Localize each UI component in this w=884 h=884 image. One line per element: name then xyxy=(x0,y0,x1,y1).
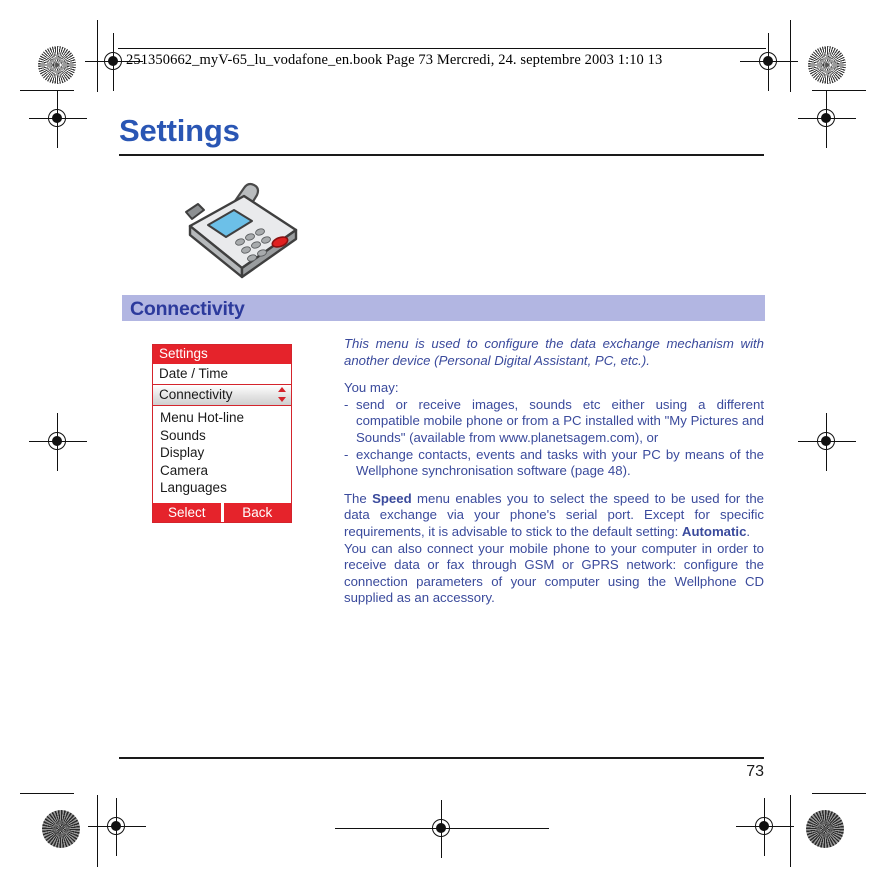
footer-rule xyxy=(119,757,764,759)
phone-menu-item-connectivity-selected[interactable]: Connectivity xyxy=(153,385,291,406)
crosshair-mark-top-right-inner xyxy=(740,33,798,91)
phone-menu-item-connectivity-label: Connectivity xyxy=(159,387,233,402)
page-edge-line-left-top xyxy=(97,20,99,92)
trim-line-bottom-left xyxy=(20,793,74,795)
bullet-marker: - xyxy=(344,396,349,412)
automatic-keyword: Automatic xyxy=(681,523,747,539)
phone-screen-title: Settings xyxy=(153,345,291,364)
softkey-back-button[interactable]: Back xyxy=(224,503,292,522)
list-item: - send or receive images, sounds etc eit… xyxy=(344,397,764,447)
page-edge-line-right-top xyxy=(790,20,792,92)
phone-menu-item-camera[interactable]: Camera xyxy=(160,462,291,480)
phone-menu-item-date-time[interactable]: Date / Time xyxy=(153,364,291,385)
speed-keyword: Speed xyxy=(372,490,412,506)
page-edge-line-left-bottom xyxy=(97,795,99,867)
starburst-target-top-right xyxy=(808,46,846,84)
trim-line-top-right xyxy=(812,90,866,92)
page-title-rule xyxy=(119,154,764,156)
you-may-label: You may: xyxy=(344,380,399,396)
crosshair-mark-bottom-right-inner xyxy=(736,798,794,856)
list-item: - exchange contacts, events and tasks wi… xyxy=(344,447,764,480)
bullet-text: exchange contacts, events and tasks with… xyxy=(356,446,764,479)
starburst-target-bottom-left xyxy=(42,810,80,848)
print-header-text: 251350662_myV-65_lu_vodafone_en.book Pag… xyxy=(126,52,663,68)
crosshair-mark-mid-left xyxy=(29,413,87,471)
crosshair-mark-bottom-left-inner xyxy=(88,798,146,856)
starburst-target-top-left xyxy=(38,46,76,84)
mobile-phone-with-headset-illustration xyxy=(168,168,318,283)
bullet-list: - send or receive images, sounds etc eit… xyxy=(344,397,764,480)
speed-text-before: The xyxy=(344,490,373,506)
page-title: Settings xyxy=(119,113,240,148)
print-header-rule xyxy=(118,48,766,50)
softkey-select-button[interactable]: Select xyxy=(153,503,221,522)
section-banner-connectivity: Connectivity xyxy=(122,295,765,321)
page-edge-line-right-bottom xyxy=(790,795,792,867)
chevron-up-icon[interactable] xyxy=(278,387,286,392)
body-copy-column: This menu is used to configure the data … xyxy=(344,336,764,618)
crosshair-mark-top-right-outer xyxy=(798,90,856,148)
phone-menu-item-languages[interactable]: Languages xyxy=(160,479,291,497)
phone-menu-item-menu-hot-line[interactable]: Menu Hot-line xyxy=(160,409,291,427)
scroll-arrows-icon[interactable] xyxy=(278,387,287,403)
intro-paragraph: This menu is used to configure the data … xyxy=(344,336,764,368)
starburst-target-bottom-right xyxy=(806,810,844,848)
speed-text-after: . xyxy=(746,523,751,539)
speed-paragraph: The Speed menu enables you to select the… xyxy=(344,491,764,541)
trim-line-top-left xyxy=(20,90,74,92)
closing-paragraph: You can also connect your mobile phone t… xyxy=(344,540,764,606)
bullet-marker: - xyxy=(344,446,349,462)
section-banner-label: Connectivity xyxy=(130,298,245,320)
crosshair-mark-top-left-outer xyxy=(29,90,87,148)
phone-menu-list: Menu Hot-line Sounds Display Camera Lang… xyxy=(153,406,291,502)
trim-line-bottom-right xyxy=(812,793,866,795)
phone-menu-item-display[interactable]: Display xyxy=(160,444,291,462)
phone-softkey-bar: Select Back xyxy=(153,501,292,522)
chevron-down-icon[interactable] xyxy=(278,397,286,402)
phone-screen-mockup: Settings Date / Time Connectivity Menu H… xyxy=(152,344,292,523)
page-number: 73 xyxy=(746,763,764,780)
bullet-text: send or receive images, sounds etc eithe… xyxy=(356,396,764,445)
phone-menu-item-sounds[interactable]: Sounds xyxy=(160,427,291,445)
crosshair-mark-mid-right xyxy=(798,413,856,471)
crosshair-mark-bottom-center xyxy=(335,800,549,858)
